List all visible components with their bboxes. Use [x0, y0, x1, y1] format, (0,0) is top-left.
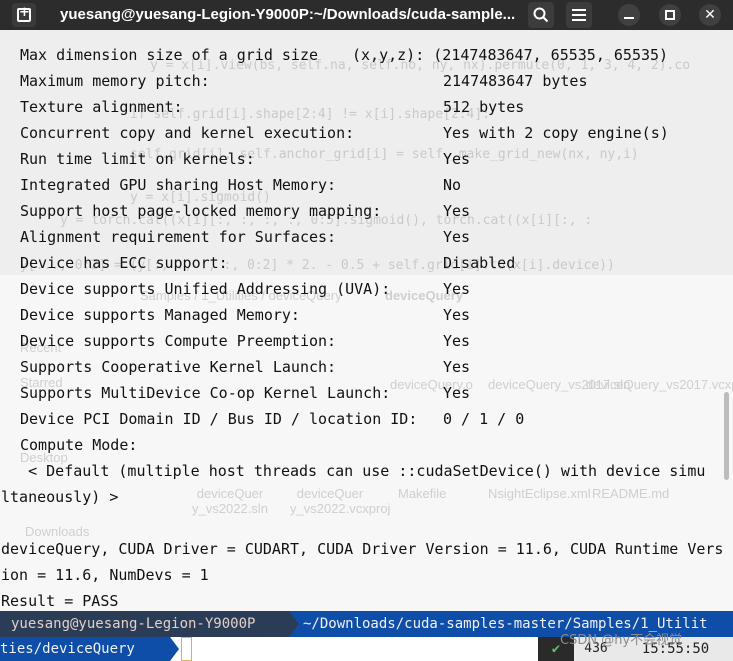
minimize-icon	[624, 17, 634, 19]
maximize-icon	[665, 10, 675, 20]
ghost-code-line: if self.grid[i].shape[2:4] != x[i].shape…	[130, 107, 491, 122]
ghost-file: README.md	[592, 486, 670, 501]
new-tab-icon	[17, 5, 31, 22]
terminal-scrollbar[interactable]	[724, 392, 729, 480]
close-button[interactable]: ✕	[699, 4, 721, 26]
search-button[interactable]	[528, 2, 554, 28]
hamburger-icon	[572, 9, 586, 21]
close-icon: ✕	[704, 7, 716, 23]
compute-mode-text: ltaneously) >	[1, 488, 119, 506]
ghost-file: Makefile	[398, 486, 447, 501]
window-title: yuesang@yuesang-Legion-Y9000P:~/Download…	[60, 6, 516, 23]
ghost-file: deviceQuer y_vs2022.vcxproj	[290, 486, 391, 516]
prompt-separator	[170, 637, 179, 661]
ghost-file: deviceQuery_vs2017.sln	[488, 377, 631, 392]
result-text: Result = PASS	[1, 592, 119, 610]
prompt-separator	[289, 611, 299, 637]
prompt-user-host: yuesang@yuesang-Legion-Y9000P	[0, 611, 289, 637]
search-icon	[533, 7, 549, 23]
ghost-file: NsightEclipse.xml	[488, 486, 591, 501]
ghost-file: deviceQuer y_vs2022.sln	[192, 486, 268, 516]
prompt-path-wrap: ties/deviceQuery	[0, 637, 170, 661]
menu-button[interactable]	[566, 2, 592, 28]
ghost-file: deviceQuery_vs2017.vcxproj	[586, 377, 733, 392]
summary-text: ion = 11.6, NumDevs = 1	[1, 566, 209, 584]
summary-text: deviceQuery, CUDA Driver = CUDART, CUDA …	[1, 540, 724, 558]
compute-mode-text: < Default (multiple host threads can use…	[1, 462, 706, 480]
minimize-button[interactable]	[618, 4, 640, 26]
terminal-title-bar: yuesang@yuesang-Legion-Y9000P:~/Download…	[0, 0, 733, 30]
terminal-cursor	[181, 637, 192, 661]
maximize-button[interactable]	[659, 4, 681, 26]
watermark: CSDN @hy不会视觉	[560, 633, 683, 648]
ghost-sidebar-item: Downloads	[25, 524, 90, 539]
new-tab-button[interactable]	[12, 3, 36, 27]
